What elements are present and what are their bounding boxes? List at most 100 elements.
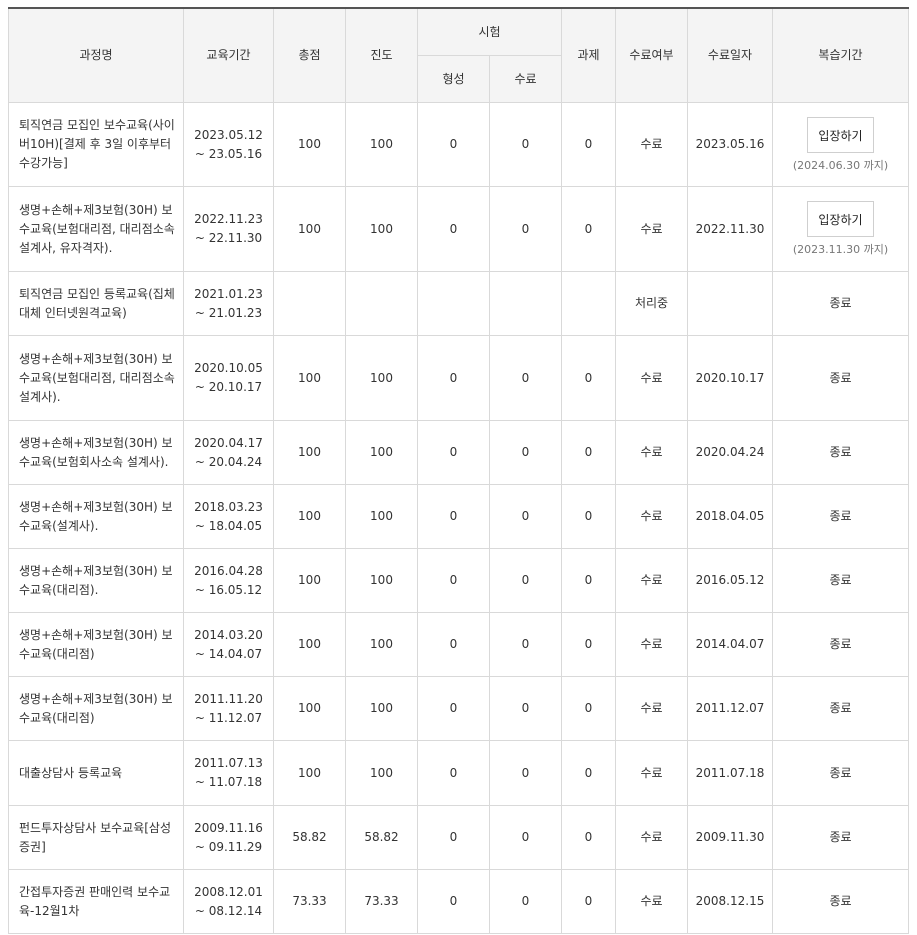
exam-formative-score: 0	[417, 869, 490, 934]
completion-date: 2011.12.07	[687, 676, 773, 741]
period-start: 2020.04.17	[194, 435, 263, 450]
enter-button[interactable]: 입장하기	[807, 201, 874, 237]
course-title: 생명+손해+제3보험(30H) 보수교육(대리점)	[8, 612, 184, 677]
table-body: 퇴직연금 모집인 보수교육(사이버10H)[결제 후 3일 이후부터 수강가능]…	[8, 102, 909, 934]
exam-final-score: 0	[489, 740, 562, 806]
completion-status: 수료	[615, 102, 688, 187]
period-start: 2018.03.23	[194, 499, 263, 514]
progress-value: 100	[345, 335, 418, 421]
review-cell: 종료	[772, 271, 909, 336]
completion-date: 2008.12.15	[687, 869, 773, 934]
review-cell: 종료	[772, 420, 909, 485]
progress-value: 100	[345, 612, 418, 677]
exam-final-score: 0	[489, 102, 562, 187]
table-row: 간접투자증권 판매인력 보수교육-12월1차 2008.12.01 ~ 08.12.…	[8, 869, 909, 934]
header-completion: 수료여부	[615, 7, 688, 103]
review-status: 종료	[829, 894, 852, 908]
total-score	[273, 271, 346, 336]
review-cell: 종료	[772, 869, 909, 934]
course-history-table: 과정명 교육기간 총점 진도 시험 과제 수료여부 수료일자 복습기간 형성 수…	[8, 7, 909, 934]
table-row: 생명+손해+제3보험(30H) 보수교육(보험대리점, 대리점소속 설계사, 유…	[8, 186, 909, 272]
course-title: 생명+손해+제3보험(30H) 보수교육(보험대리점, 대리점소속 설계사).	[8, 335, 184, 421]
progress-value: 58.82	[345, 805, 418, 870]
exam-final-score	[489, 271, 562, 336]
period-end: ~ 22.11.30	[194, 231, 263, 245]
header-assignment: 과제	[561, 7, 616, 103]
review-status: 종료	[829, 830, 852, 844]
header-exam-formative: 형성	[417, 55, 490, 103]
period-end: ~ 14.04.07	[194, 646, 263, 661]
header-total: 총점	[273, 7, 346, 103]
progress-value	[345, 271, 418, 336]
course-period: 2016.04.28 ~ 16.05.12	[183, 548, 274, 613]
completion-status: 수료	[615, 548, 688, 613]
review-status: 종료	[829, 701, 852, 715]
course-period: 2011.11.20 ~ 11.12.07	[183, 676, 274, 741]
period-end: ~ 20.10.17	[194, 380, 263, 394]
course-history-table-wrap: 과정명 교육기간 총점 진도 시험 과제 수료여부 수료일자 복습기간 형성 수…	[8, 7, 909, 934]
period-start: 2011.07.13	[194, 756, 263, 770]
course-period: 2023.05.12 ~ 23.05.16	[183, 102, 274, 187]
period-start: 2014.03.20	[194, 627, 263, 642]
period-end: ~ 20.04.24	[194, 454, 263, 469]
period-end: ~ 21.01.23	[194, 305, 263, 320]
completion-date: 2014.04.07	[687, 612, 773, 677]
review-status: 종료	[829, 445, 852, 459]
completion-date: 2020.04.24	[687, 420, 773, 485]
progress-value: 100	[345, 484, 418, 549]
table-row: 생명+손해+제3보험(30H) 보수교육(대리점) 2011.11.20 ~ 11.…	[8, 676, 909, 741]
period-end: ~ 16.05.12	[194, 582, 263, 597]
course-period: 2021.01.23 ~ 21.01.23	[183, 271, 274, 336]
review-cell: 입장하기 (2024.06.30 까지)	[772, 102, 909, 187]
table-row: 퇴직연금 모집인 등록교육(집체 대체 인터넷원격교육) 2021.01.23 ~ …	[8, 271, 909, 336]
review-status: 종료	[829, 509, 852, 523]
assignment-score: 0	[561, 335, 616, 421]
header-exam: 시험	[417, 7, 562, 56]
review-cell: 종료	[772, 548, 909, 613]
total-score: 73.33	[273, 869, 346, 934]
exam-final-score: 0	[489, 612, 562, 677]
period-start: 2016.04.28	[194, 563, 263, 578]
period-start: 2011.11.20	[194, 691, 263, 706]
course-title: 퇴직연금 모집인 보수교육(사이버10H)[결제 후 3일 이후부터 수강가능]	[8, 102, 184, 187]
header-course: 과정명	[8, 7, 184, 103]
exam-final-score: 0	[489, 484, 562, 549]
table-row: 생명+손해+제3보험(30H) 보수교육(보험회사소속 설계사). 2020.04…	[8, 420, 909, 485]
course-title: 생명+손해+제3보험(30H) 보수교육(보험대리점, 대리점소속 설계사, 유…	[8, 186, 184, 272]
assignment-score	[561, 271, 616, 336]
course-period: 2014.03.20 ~ 14.04.07	[183, 612, 274, 677]
review-status: 종료	[829, 370, 852, 385]
review-cell: 종료	[772, 740, 909, 806]
total-score: 100	[273, 335, 346, 421]
exam-formative-score: 0	[417, 420, 490, 485]
course-title: 생명+손해+제3보험(30H) 보수교육(설계사).	[8, 484, 184, 549]
total-score: 100	[273, 186, 346, 272]
table-row: 생명+손해+제3보험(30H) 보수교육(대리점). 2016.04.28 ~ 16…	[8, 548, 909, 613]
review-cell: 종료	[772, 805, 909, 870]
exam-final-score: 0	[489, 548, 562, 613]
exam-final-score: 0	[489, 186, 562, 272]
table-row: 펀드투자상담사 보수교육[삼성증권] 2009.11.16 ~ 09.11.29 58…	[8, 805, 909, 870]
table-row: 대출상담사 등록교육 2011.07.13 ~ 11.07.18 100 100 0 0 0 수…	[8, 740, 909, 806]
review-status: 종료	[829, 296, 852, 310]
review-status: 종료	[829, 637, 852, 651]
exam-formative-score: 0	[417, 805, 490, 870]
table-header: 과정명 교육기간 총점 진도 시험 과제 수료여부 수료일자 복습기간 형성 수…	[8, 7, 909, 103]
period-start: 2008.12.01	[194, 884, 263, 899]
course-period: 2008.12.01 ~ 08.12.14	[183, 869, 274, 934]
period-end: ~ 11.12.07	[194, 710, 263, 725]
exam-formative-score: 0	[417, 740, 490, 806]
review-cell: 종료	[772, 612, 909, 677]
review-cell: 종료	[772, 335, 909, 421]
completion-status: 수료	[615, 420, 688, 485]
period-start: 2020.10.05	[194, 361, 263, 375]
header-exam-final: 수료	[489, 55, 562, 103]
enter-button[interactable]: 입장하기	[807, 116, 874, 153]
review-cell: 종료	[772, 484, 909, 549]
completion-date: 2018.04.05	[687, 484, 773, 549]
total-score: 100	[273, 676, 346, 741]
exam-formative-score: 0	[417, 484, 490, 549]
course-title: 대출상담사 등록교육	[8, 740, 184, 806]
table-row: 생명+손해+제3보험(30H) 보수교육(대리점) 2014.03.20 ~ 14.…	[8, 612, 909, 677]
completion-status: 수료	[615, 612, 688, 677]
